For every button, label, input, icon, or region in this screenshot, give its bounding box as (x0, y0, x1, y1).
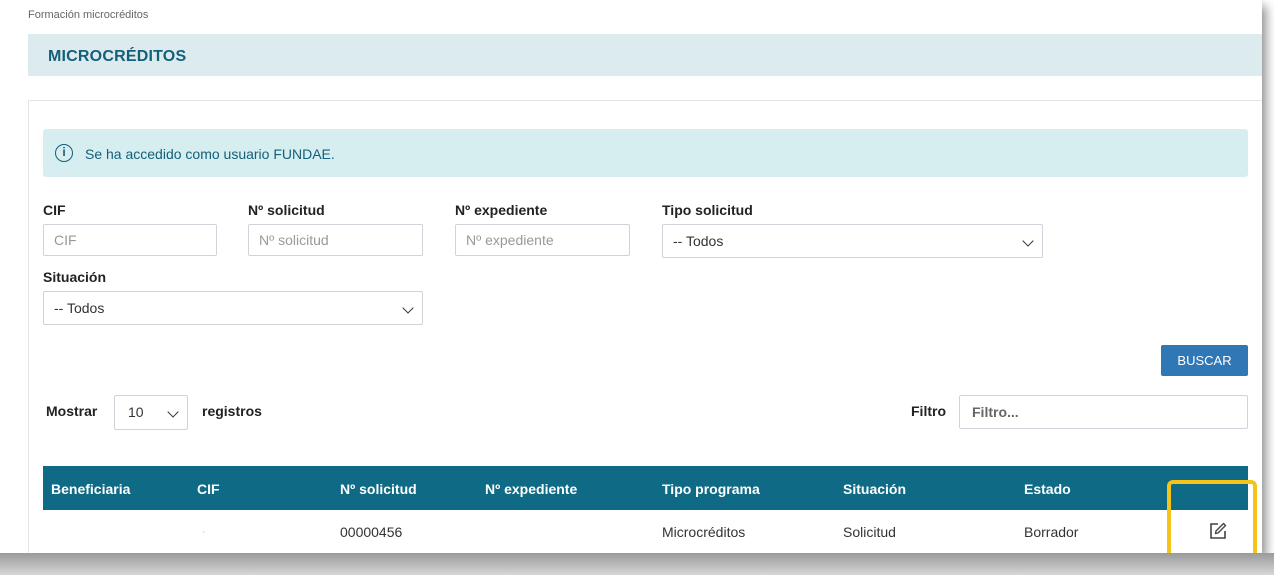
cell-situacion: Solicitud (843, 524, 896, 540)
situacion-label: Situación (43, 269, 107, 285)
page-size-value: 10 (128, 404, 144, 420)
alert-text: Se ha accedido como usuario FUNDAE. (85, 146, 335, 162)
page-title: MICROCRÉDITOS (48, 48, 187, 65)
tipo-solicitud-select[interactable]: -- Todos (662, 224, 1043, 258)
n-expediente-label: Nº expediente (455, 202, 548, 218)
col-header-n-expediente[interactable]: Nº expediente (485, 481, 577, 497)
situacion-select[interactable]: -- Todos (43, 291, 423, 325)
col-header-tipo-programa[interactable]: Tipo programa (662, 481, 760, 497)
filtro-label: Filtro (911, 403, 946, 419)
cif-input[interactable]: CIF (43, 224, 217, 256)
info-alert: i Se ha accedido como usuario FUNDAE. (43, 129, 1248, 177)
breadcrumb[interactable]: Formación microcréditos (28, 9, 148, 21)
page-size-select[interactable]: 10 (114, 395, 188, 430)
cell-estado: Borrador (1024, 524, 1079, 540)
n-expediente-input[interactable]: Nº expediente (455, 224, 630, 256)
col-header-beneficiaria[interactable]: Beneficiaria (51, 481, 130, 497)
col-header-situacion[interactable]: Situación (843, 481, 906, 497)
col-header-cif[interactable]: CIF (197, 481, 220, 497)
filter-input[interactable]: Filtro... (959, 395, 1248, 429)
n-solicitud-label: Nº solicitud (248, 202, 325, 218)
n-solicitud-input[interactable]: Nº solicitud (248, 224, 423, 256)
col-header-estado[interactable]: Estado (1024, 481, 1071, 497)
table-header: Beneficiaria CIF Nº solicitud Nº expedie… (43, 466, 1248, 510)
cell-n-solicitud: 00000456 (340, 524, 403, 540)
tipo-solicitud-value: -- Todos (673, 233, 724, 249)
tipo-solicitud-label: Tipo solicitud (662, 202, 753, 218)
buscar-button[interactable]: BUSCAR (1161, 345, 1248, 376)
info-icon: i (55, 144, 73, 162)
situacion-value: -- Todos (54, 300, 105, 316)
mostrar-label: Mostrar (46, 403, 98, 419)
page: Formación microcréditos MICROCRÉDITOS i … (0, 0, 1262, 553)
title-bar: MICROCRÉDITOS (28, 34, 1262, 76)
chevron-down-icon (167, 406, 179, 418)
col-header-n-solicitud[interactable]: Nº solicitud (340, 481, 417, 497)
cell-tipo-programa: Microcréditos (662, 524, 746, 540)
chevron-down-icon (1022, 235, 1034, 247)
bottom-shadow (0, 553, 1274, 575)
chevron-down-icon (402, 302, 414, 314)
cell-cif: - (202, 527, 206, 538)
cif-label: CIF (43, 202, 66, 218)
registros-label: registros (202, 403, 262, 419)
